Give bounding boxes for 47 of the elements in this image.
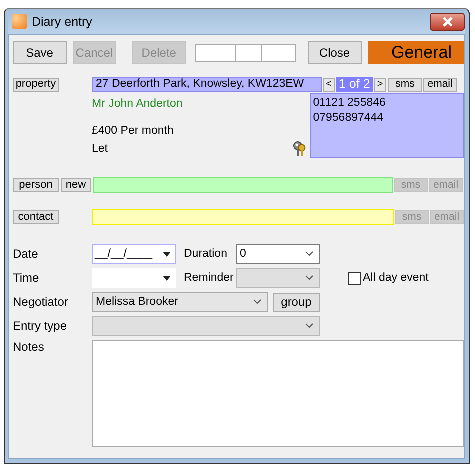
- time-picker[interactable]: [92, 268, 176, 288]
- chevron-icon: [253, 299, 262, 305]
- field-label: Date: [13, 247, 40, 261]
- field-label: Duration: [184, 248, 228, 260]
- chevron-icon: [305, 275, 314, 281]
- field-label: Reminder: [184, 272, 235, 284]
- date-picker[interactable]: __/__/____: [92, 244, 176, 264]
- negotiator-select[interactable]: Melissa Brooker: [92, 292, 268, 312]
- phone-number: 07956897444: [313, 111, 385, 126]
- action-button[interactable]: sms: [388, 78, 422, 92]
- dropdown-arrow-icon: [163, 252, 171, 256]
- toolbar-button[interactable]: Save: [13, 41, 67, 64]
- previous-button[interactable]: <: [323, 78, 335, 92]
- notes-field[interactable]: [92, 340, 464, 447]
- close-button[interactable]: Close: [308, 41, 362, 64]
- rent-text: £400 Per month: [92, 125, 175, 137]
- window-title: Diary entry: [32, 14, 92, 28]
- checkbox-label: All day event: [363, 272, 429, 284]
- field-label: Entry type: [13, 319, 68, 333]
- status-text: Let: [92, 143, 108, 155]
- field-label: Time: [13, 271, 40, 285]
- property-button[interactable]: property: [13, 78, 59, 92]
- segmented-field[interactable]: [194, 44, 296, 62]
- field-label: Negotiator: [13, 295, 70, 309]
- group-button[interactable]: group: [273, 292, 320, 312]
- contact-button[interactable]: contact: [13, 210, 59, 224]
- contact-field[interactable]: [92, 209, 394, 225]
- category-label: General: [368, 41, 464, 64]
- app-icon: [12, 14, 27, 29]
- address-field[interactable]: 27 Deerforth Park, Knowsley, KW123EW: [92, 77, 322, 92]
- close-icon: [442, 16, 454, 26]
- chevron-icon: [305, 323, 314, 329]
- phone-number: 01121 255846: [313, 96, 387, 111]
- dropdown-arrow-icon: [163, 276, 171, 280]
- new-button[interactable]: new: [61, 178, 91, 192]
- chevron-icon: [305, 251, 314, 257]
- page-indicator: 1 of 2: [336, 77, 374, 92]
- person-button[interactable]: person: [13, 178, 59, 192]
- keys-icon: [293, 141, 308, 157]
- person-field[interactable]: [93, 177, 393, 193]
- checkbox[interactable]: [348, 272, 361, 284]
- contact-name: Mr John Anderton: [92, 98, 184, 110]
- duration-select[interactable]: 0: [236, 244, 320, 264]
- close-button[interactable]: [430, 12, 465, 30]
- action-button[interactable]: email: [423, 78, 458, 92]
- next-button[interactable]: >: [374, 78, 386, 92]
- field-label: Notes: [13, 340, 46, 354]
